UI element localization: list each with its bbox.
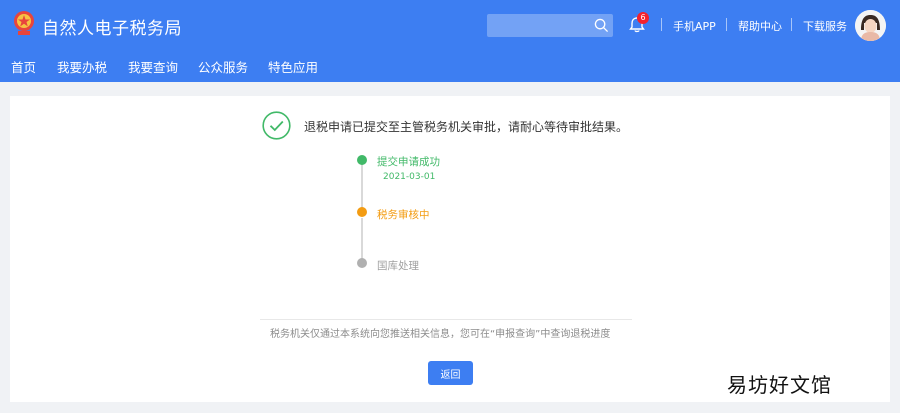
help-center-link[interactable]: 帮助中心	[738, 18, 782, 34]
separator	[791, 18, 792, 31]
corner-watermark-text: 易坊好文馆	[727, 373, 832, 397]
search-icon[interactable]	[594, 18, 609, 33]
status-message: 退税申请已提交至主管税务机关审批，请耐心等待审批结果。	[304, 120, 629, 134]
search-input[interactable]	[487, 14, 591, 37]
search-box[interactable]	[487, 14, 613, 37]
nav-item-query[interactable]: 我要查询	[128, 57, 178, 76]
step-title-treasury: 国库处理	[377, 260, 419, 272]
nav-item-public-service[interactable]: 公众服务	[198, 57, 248, 76]
step-title-reviewing: 税务审核中	[377, 209, 430, 221]
back-button[interactable]: 返回	[428, 361, 473, 385]
step-title-submitted: 提交申请成功	[377, 156, 440, 168]
timeline-connector	[361, 164, 363, 212]
nav-item-featured-apps[interactable]: 特色应用	[268, 57, 318, 76]
notification-badge: 6	[637, 12, 649, 24]
separator	[661, 18, 662, 31]
tax-emblem-icon	[14, 11, 34, 35]
nav-item-home[interactable]: 首页	[11, 57, 36, 76]
divider	[260, 319, 632, 320]
success-check-icon	[262, 111, 291, 140]
download-service-link[interactable]: 下载服务	[803, 18, 847, 34]
step-dot-treasury	[357, 258, 367, 268]
step-dot-submitted	[357, 155, 367, 165]
step-date-submitted: 2021-03-01	[383, 172, 436, 182]
separator	[726, 18, 727, 31]
mobile-app-link[interactable]: 手机APP	[673, 18, 716, 34]
user-avatar-icon	[855, 10, 886, 41]
step-dot-reviewing	[357, 207, 367, 217]
timeline-connector	[361, 218, 363, 260]
nav-item-tax-handling[interactable]: 我要办税	[57, 57, 107, 76]
top-header: 自然人电子税务局 6 手机APP 帮助中心 下载服务 首页 我要办税 我要查询 …	[0, 0, 900, 82]
avatar[interactable]	[855, 10, 886, 41]
app-title: 自然人电子税务局	[42, 19, 182, 39]
info-note: 税务机关仅通过本系统向您推送相关信息，您可在“申报查询”中查询退税进度	[270, 329, 611, 340]
result-panel	[10, 96, 890, 402]
